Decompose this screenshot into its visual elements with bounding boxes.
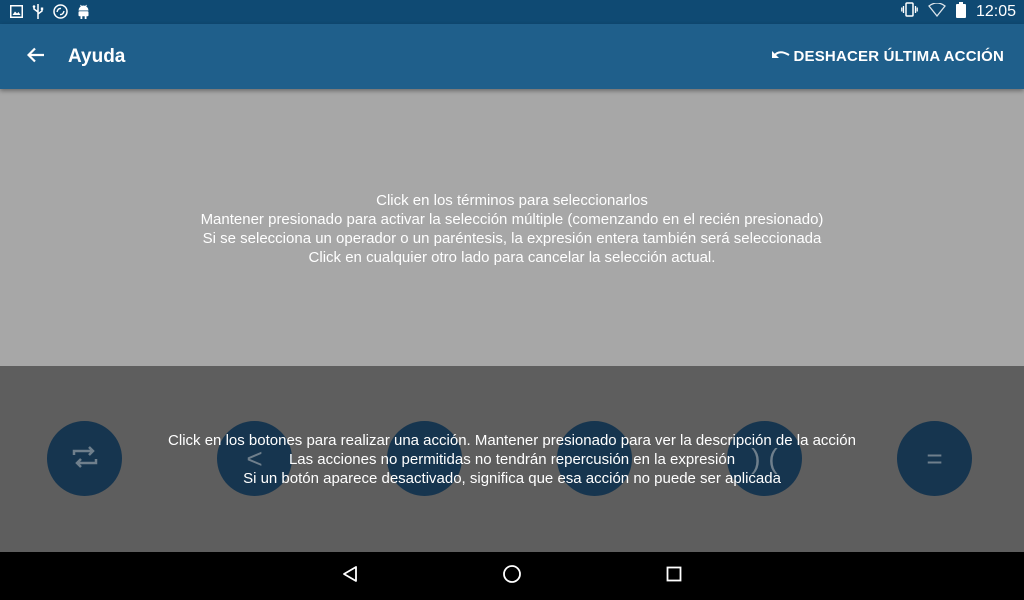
vibrate-icon (901, 2, 918, 22)
help-line: Click en los botones para realizar una a… (168, 432, 856, 449)
nav-recents-button[interactable] (660, 562, 688, 590)
app-bar: Ayuda DESHACER ÚLTIMA ACCIÓN (0, 24, 1024, 89)
undo-label: DESHACER ÚLTIMA ACCIÓN (793, 48, 1004, 65)
help-line: Click en los términos para seleccionarlo… (376, 192, 648, 209)
action-buttons-area: < ) ( = Click en los botones para realiz… (0, 366, 1024, 552)
status-left-icons (10, 4, 90, 19)
help-line: Click en cualquier otro lado para cancel… (308, 249, 716, 266)
help-text-buttons: Click en los botones para realizar una a… (0, 431, 1024, 488)
help-line: Mantener presionado para activar la sele… (200, 211, 824, 228)
recents-square-icon (666, 566, 682, 587)
navigation-bar (0, 552, 1024, 600)
home-circle-icon (502, 564, 522, 589)
expression-area[interactable]: Click en los términos para seleccionarlo… (0, 89, 1024, 366)
undo-last-action-button[interactable]: DESHACER ÚLTIMA ACCIÓN (771, 47, 1004, 66)
image-icon (10, 5, 23, 18)
usb-icon (32, 4, 44, 19)
help-line: Las acciones no permitidas no tendrán re… (288, 451, 736, 468)
wifi-icon (928, 1, 946, 22)
help-line: Si se selecciona un operador o un parént… (202, 230, 822, 247)
sync-icon (53, 4, 68, 19)
arrow-left-icon (26, 47, 45, 68)
battery-icon (955, 1, 966, 23)
back-triangle-icon (341, 565, 359, 588)
nav-back-button[interactable] (336, 562, 364, 590)
page-title: Ayuda (68, 46, 126, 67)
android-icon (77, 4, 90, 19)
status-right-icons: 12:05 (901, 1, 1016, 23)
status-clock: 12:05 (975, 3, 1016, 20)
back-button[interactable] (16, 40, 56, 74)
nav-home-button[interactable] (498, 562, 526, 590)
help-line: Si un botón aparece desactivado, signifi… (243, 470, 781, 487)
help-text-expression: Click en los términos para seleccionarlo… (0, 191, 1024, 267)
undo-icon (771, 47, 791, 66)
status-bar: 12:05 (0, 0, 1024, 24)
